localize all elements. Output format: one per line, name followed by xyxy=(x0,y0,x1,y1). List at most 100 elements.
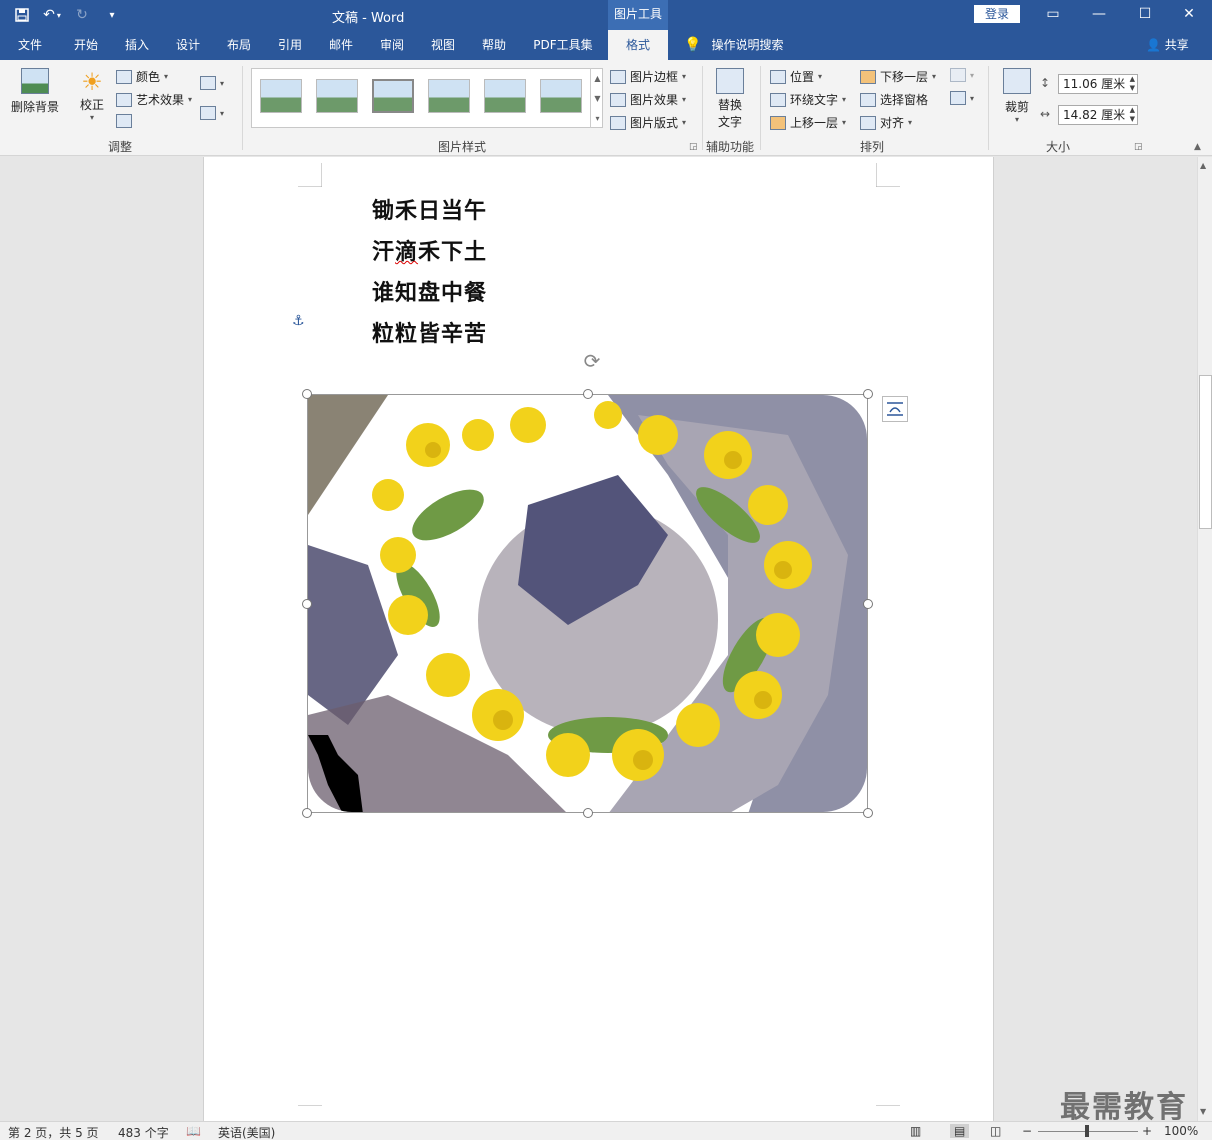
tell-me-search[interactable]: 💡 操作说明搜索 xyxy=(684,30,783,60)
undo-icon[interactable]: ↶ ▾ xyxy=(40,4,64,26)
resize-handle-se[interactable] xyxy=(863,808,873,818)
width-spinner[interactable]: ▲ ▼ xyxy=(1130,106,1135,124)
zoom-level[interactable]: 100% xyxy=(1164,1124,1198,1138)
picture-layout-button[interactable]: 图片版式 ▾ xyxy=(610,114,686,131)
crop-mark-top-right xyxy=(876,163,900,187)
tab-references[interactable]: 引用 xyxy=(266,30,314,60)
transparency-button[interactable] xyxy=(116,114,132,128)
zoom-in-icon[interactable]: + xyxy=(1142,1124,1152,1138)
resize-handle-nw[interactable] xyxy=(302,389,312,399)
web-layout-icon[interactable]: ◫ xyxy=(990,1124,1001,1138)
read-mode-icon[interactable]: ▥ xyxy=(910,1124,921,1138)
scroll-up-icon[interactable]: ▲ xyxy=(1200,161,1206,170)
collapse-ribbon-icon[interactable]: ▲ xyxy=(1194,142,1201,152)
vertical-scrollbar[interactable]: ▲ ▼ xyxy=(1197,157,1212,1121)
corrections-button[interactable]: ☀ 校正 ▾ xyxy=(74,68,110,122)
title-bar: ↶ ▾ ↻ ▾ 文稿 - Word 图片工具 登录 ▭ — ☐ ✕ xyxy=(0,0,1212,30)
page-count[interactable]: 第 2 页，共 5 页 xyxy=(8,1124,99,1140)
resize-handle-e[interactable] xyxy=(863,599,873,609)
close-icon[interactable]: ✕ xyxy=(1166,0,1212,30)
picture-style-5[interactable] xyxy=(484,79,526,113)
layout-options-icon[interactable] xyxy=(882,396,908,422)
print-layout-icon[interactable]: ▤ xyxy=(950,1124,970,1138)
resize-handle-sw[interactable] xyxy=(302,808,312,818)
resize-handle-ne[interactable] xyxy=(863,389,873,399)
tab-file[interactable]: 文件 xyxy=(8,30,52,60)
poem-line-1[interactable]: 锄禾日当午 xyxy=(372,193,487,225)
tab-mailings[interactable]: 邮件 xyxy=(317,30,365,60)
chevron-down-icon[interactable]: ▼ xyxy=(594,94,600,103)
tab-review[interactable]: 审阅 xyxy=(368,30,416,60)
picture-style-6[interactable] xyxy=(540,79,582,113)
artistic-effects-button[interactable]: 艺术效果 ▾ xyxy=(116,91,192,108)
selection-pane-button[interactable]: 选择窗格 xyxy=(860,91,928,108)
gallery-scroll[interactable]: ▲ ▼ ▾ xyxy=(590,68,604,128)
tab-format[interactable]: 格式 xyxy=(608,30,668,60)
width-input[interactable]: 14.82 厘米 ▲ ▼ xyxy=(1058,105,1138,125)
resize-handle-w[interactable] xyxy=(302,599,312,609)
save-icon[interactable] xyxy=(10,4,34,26)
proofing-icon[interactable]: 📖 xyxy=(186,1124,201,1138)
resize-handle-s[interactable] xyxy=(583,808,593,818)
word-count[interactable]: 483 个字 xyxy=(118,1124,169,1140)
share-button[interactable]: 👤 共享 xyxy=(1146,30,1189,60)
tab-design[interactable]: 设计 xyxy=(164,30,212,60)
spelling-error-squiggle[interactable]: 滴 xyxy=(395,239,418,265)
selected-picture[interactable]: ⟳ xyxy=(302,349,873,818)
ribbon-display-options-icon[interactable]: ▭ xyxy=(1030,0,1076,30)
reset-picture-button[interactable]: ▾ xyxy=(200,106,224,120)
align-button[interactable]: 对齐 ▾ xyxy=(860,114,912,131)
zoom-out-icon[interactable]: − xyxy=(1022,1124,1032,1138)
alt-text-button[interactable]: 替换 文字 xyxy=(710,68,750,130)
more-icon[interactable]: ▾ xyxy=(595,114,599,123)
tab-insert[interactable]: 插入 xyxy=(113,30,161,60)
wrap-text-button[interactable]: 环绕文字 ▾ xyxy=(770,91,846,108)
rotate-button[interactable]: ▾ xyxy=(950,91,974,105)
compress-pictures-button[interactable]: ▾ xyxy=(200,76,224,90)
chevron-up-icon[interactable]: ▲ xyxy=(594,74,600,83)
remove-background-button[interactable]: 删除背景 xyxy=(8,68,62,115)
tab-view[interactable]: 视图 xyxy=(419,30,467,60)
picture-style-1[interactable] xyxy=(260,79,302,113)
group-objects-button[interactable]: ▾ xyxy=(950,68,974,82)
picture-style-2[interactable] xyxy=(316,79,358,113)
picture-effects-button[interactable]: 图片效果 ▾ xyxy=(610,91,686,108)
poem-line-2[interactable]: 汗滴禾下土 xyxy=(372,234,487,266)
dialog-launcher-icon[interactable]: ◲ xyxy=(689,142,698,152)
color-button[interactable]: 颜色 ▾ xyxy=(116,68,168,85)
picture-style-3[interactable] xyxy=(372,79,414,113)
height-spinner[interactable]: ▲ ▼ xyxy=(1130,75,1135,93)
resize-handle-n[interactable] xyxy=(583,389,593,399)
tab-layout[interactable]: 布局 xyxy=(215,30,263,60)
picture-style-4[interactable] xyxy=(428,79,470,113)
dialog-launcher-icon[interactable]: ◲ xyxy=(1134,142,1143,152)
picture-border-button[interactable]: 图片边框 ▾ xyxy=(610,68,686,85)
language[interactable]: 英语(美国) xyxy=(218,1124,275,1140)
zoom-slider-thumb[interactable] xyxy=(1085,1125,1089,1137)
rotate-handle-icon[interactable]: ⟳ xyxy=(580,349,604,373)
anchor-icon[interactable]: ⚓ xyxy=(292,313,305,329)
tab-help[interactable]: 帮助 xyxy=(470,30,518,60)
height-input[interactable]: 11.06 厘米 ▲ ▼ xyxy=(1058,74,1138,94)
ribbon: 删除背景 ☀ 校正 ▾ 颜色 ▾ 艺术效果 ▾ ▾ ▾ 调整 ▲ ▼ ▾ 图片边… xyxy=(0,60,1212,156)
login-button[interactable]: 登录 xyxy=(974,5,1020,23)
person-icon: 👤 xyxy=(1146,38,1161,52)
customize-qat-icon[interactable]: ▾ xyxy=(100,4,124,26)
bring-forward-button[interactable]: 上移一层 ▾ xyxy=(770,114,846,131)
tab-pdf-tools[interactable]: PDF工具集 xyxy=(526,30,600,60)
picture-border-label: 图片边框 xyxy=(630,70,679,84)
poem-line-3[interactable]: 谁知盘中餐 xyxy=(372,275,487,307)
scrollbar-thumb[interactable] xyxy=(1199,375,1212,529)
send-backward-button[interactable]: 下移一层 ▾ xyxy=(860,68,936,85)
scroll-down-icon[interactable]: ▼ xyxy=(1200,1107,1206,1116)
poem-line-4[interactable]: 粒粒皆辛苦 xyxy=(372,316,487,348)
compress-icon xyxy=(200,76,216,90)
document-page[interactable]: 锄禾日当午 汗滴禾下土 谁知盘中餐 粒粒皆辛苦 ⚓ ⟳ xyxy=(203,157,994,1121)
maximize-icon[interactable]: ☐ xyxy=(1122,0,1168,30)
chevron-down-icon: ▾ xyxy=(164,72,169,81)
position-button[interactable]: 位置 ▾ xyxy=(770,68,822,85)
crop-button[interactable]: 裁剪 ▾ xyxy=(998,68,1036,124)
tab-home[interactable]: 开始 xyxy=(62,30,110,60)
redo-icon[interactable]: ↻ xyxy=(70,4,94,26)
minimize-icon[interactable]: — xyxy=(1076,0,1122,30)
